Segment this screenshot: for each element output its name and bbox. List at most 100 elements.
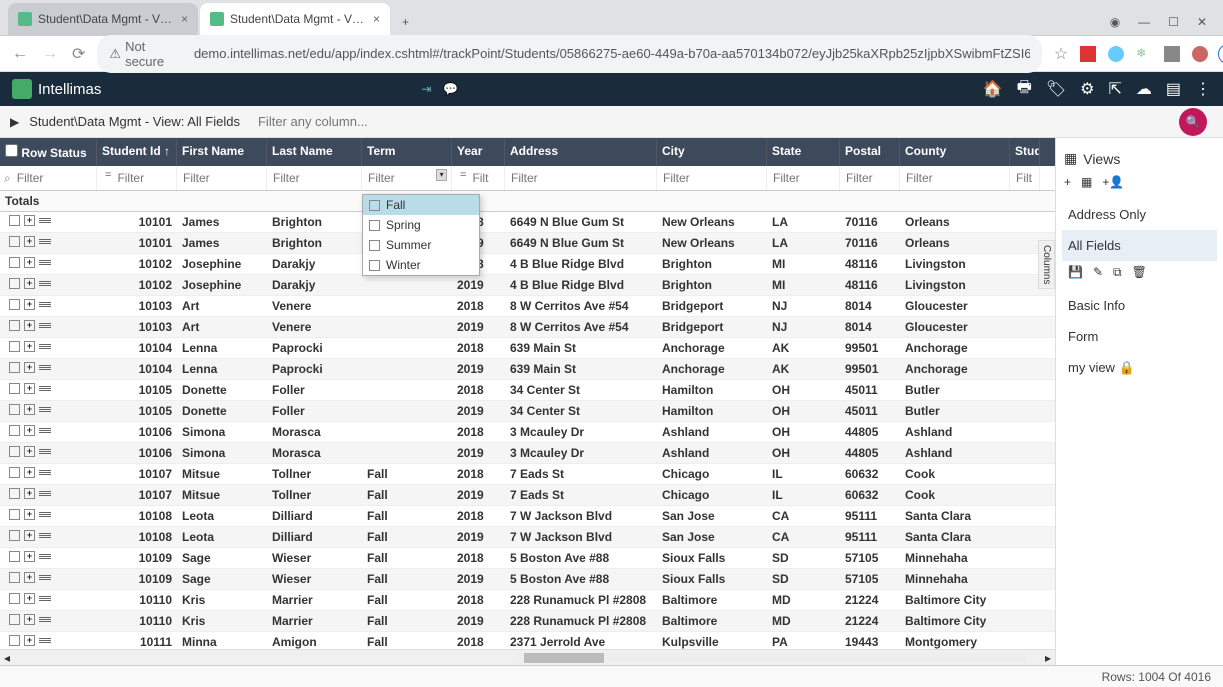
row-checkbox[interactable] — [9, 551, 20, 562]
option-checkbox[interactable] — [369, 240, 380, 251]
table-row[interactable]: +10101JamesBrighton20186649 N Blue Gum S… — [0, 212, 1055, 233]
expand-icon[interactable]: + — [24, 236, 35, 247]
row-checkbox[interactable] — [9, 425, 20, 436]
row-checkbox[interactable] — [9, 488, 20, 499]
view-item-address-only[interactable]: Address Only — [1062, 199, 1217, 230]
filter-term[interactable] — [366, 169, 436, 187]
new-tab-button[interactable]: + — [392, 9, 419, 35]
row-menu-icon[interactable] — [39, 386, 51, 391]
expand-icon[interactable]: + — [24, 635, 35, 646]
row-checkbox[interactable] — [9, 362, 20, 373]
grid-body[interactable]: Columns +10101JamesBrighton20186649 N Bl… — [0, 212, 1055, 649]
filter-city[interactable] — [661, 169, 762, 187]
row-menu-icon[interactable] — [39, 407, 51, 412]
table-row[interactable]: +10104LennaPaprocki2018639 Main StAnchor… — [0, 338, 1055, 359]
browser-tab-1[interactable]: Student\Data Mgmt - View: All F... × — [8, 3, 198, 35]
col-last-name[interactable]: Last Name — [267, 138, 362, 166]
op-equals[interactable]: = — [456, 169, 470, 187]
col-city[interactable]: City — [657, 138, 767, 166]
filter-status[interactable] — [15, 169, 92, 187]
expand-icon[interactable]: + — [24, 278, 35, 289]
maximize-icon[interactable]: ☐ — [1168, 15, 1179, 29]
col-address[interactable]: Address — [505, 138, 657, 166]
row-checkbox[interactable] — [9, 299, 20, 310]
expand-icon[interactable]: + — [24, 215, 35, 226]
row-menu-icon[interactable] — [39, 365, 51, 370]
op-equals[interactable]: = — [101, 169, 115, 187]
expand-icon[interactable]: + — [24, 467, 35, 478]
col-student[interactable]: Stude — [1010, 138, 1040, 166]
expand-icon[interactable]: + — [24, 551, 35, 562]
global-filter-input[interactable] — [254, 110, 414, 133]
col-county[interactable]: County — [900, 138, 1010, 166]
row-checkbox[interactable] — [9, 236, 20, 247]
row-checkbox[interactable] — [9, 446, 20, 457]
option-checkbox[interactable] — [369, 200, 380, 211]
scrollbar-thumb[interactable] — [524, 653, 604, 663]
filter-year[interactable] — [470, 169, 500, 187]
filter-icon[interactable]: ⌕ — [4, 171, 11, 186]
tag-icon[interactable]: 🏷 — [1046, 79, 1066, 99]
table-row[interactable]: +10103ArtVenere20198 W Cerritos Ave #54B… — [0, 317, 1055, 338]
filter-county[interactable] — [904, 169, 1005, 187]
table-view-icon[interactable]: ▦ — [1081, 175, 1092, 189]
view-item-basic-info[interactable]: Basic Info — [1062, 290, 1217, 321]
option-checkbox[interactable] — [369, 260, 380, 271]
filter-id[interactable] — [115, 169, 172, 187]
row-checkbox[interactable] — [9, 341, 20, 352]
row-menu-icon[interactable] — [39, 344, 51, 349]
account-icon[interactable]: ◉ — [1110, 15, 1120, 29]
expand-icon[interactable]: + — [24, 530, 35, 541]
back-icon[interactable]: ← — [10, 45, 30, 63]
row-menu-icon[interactable] — [39, 428, 51, 433]
col-row-status[interactable]: Row Status — [0, 138, 97, 166]
horizontal-scrollbar[interactable]: ◂ ▸ — [0, 649, 1055, 665]
table-row[interactable]: +10111MinnaAmigonFall20182371 Jerrold Av… — [0, 632, 1055, 649]
not-secure-badge[interactable]: ⚠ Not secure — [109, 39, 186, 69]
row-checkbox[interactable] — [9, 320, 20, 331]
row-checkbox[interactable] — [9, 215, 20, 226]
col-term[interactable]: Term — [362, 138, 452, 166]
row-menu-icon[interactable] — [39, 491, 51, 496]
option-checkbox[interactable] — [369, 220, 380, 231]
table-row[interactable]: +10102JosephineDarakjy20194 B Blue Ridge… — [0, 275, 1055, 296]
select-all-checkbox[interactable] — [5, 144, 18, 157]
search-fab-button[interactable]: 🔍 — [1179, 108, 1207, 136]
filter-state[interactable] — [771, 169, 835, 187]
avatar-icon[interactable] — [1192, 46, 1208, 62]
row-menu-icon[interactable] — [39, 617, 51, 622]
row-checkbox[interactable] — [9, 257, 20, 268]
row-checkbox[interactable] — [9, 278, 20, 289]
row-menu-icon[interactable] — [39, 512, 51, 517]
expand-icon[interactable]: + — [24, 320, 35, 331]
col-postal[interactable]: Postal — [840, 138, 900, 166]
filter-firstname[interactable] — [181, 169, 262, 187]
print-icon[interactable]: 🖶 — [1017, 76, 1032, 103]
row-menu-icon[interactable] — [39, 218, 51, 223]
table-row[interactable]: +10102JosephineDarakjy20184 B Blue Ridge… — [0, 254, 1055, 275]
chat-icon[interactable]: 💬 — [443, 82, 458, 96]
table-row[interactable]: +10109SageWieserFall20185 Boston Ave #88… — [0, 548, 1055, 569]
expand-icon[interactable]: + — [24, 257, 35, 268]
col-year[interactable]: Year — [452, 138, 505, 166]
gear-icon[interactable]: ⚙ — [1080, 79, 1094, 99]
table-row[interactable]: +10106SimonaMorasca20183 Mcauley DrAshla… — [0, 422, 1055, 443]
table-row[interactable]: +10108LeotaDilliardFall20197 W Jackson B… — [0, 527, 1055, 548]
ext-icon-4[interactable] — [1164, 46, 1180, 62]
expand-icon[interactable]: + — [24, 572, 35, 583]
row-menu-icon[interactable] — [39, 554, 51, 559]
minimize-icon[interactable]: — — [1138, 15, 1150, 29]
copy-view-icon[interactable]: ⧉ — [1113, 265, 1122, 280]
browser-tab-2[interactable]: Student\Data Mgmt - View: All F... × — [200, 3, 390, 35]
url-input[interactable]: ⚠ Not secure demo.intellimas.net/edu/app… — [97, 35, 1042, 73]
row-checkbox[interactable] — [9, 635, 20, 646]
filter-postal[interactable] — [844, 169, 895, 187]
table-row[interactable]: +10107MitsueTollnerFall20187 Eads StChic… — [0, 464, 1055, 485]
term-option-winter[interactable]: Winter — [363, 255, 479, 275]
table-row[interactable]: +10110KrisMarrierFall2019228 Runamuck Pl… — [0, 611, 1055, 632]
add-user-icon[interactable]: +👤 — [1102, 175, 1124, 189]
table-row[interactable]: +10105DonetteFoller201834 Center StHamil… — [0, 380, 1055, 401]
row-checkbox[interactable] — [9, 404, 20, 415]
row-checkbox[interactable] — [9, 509, 20, 520]
update-button[interactable]: Update — [1218, 44, 1223, 64]
